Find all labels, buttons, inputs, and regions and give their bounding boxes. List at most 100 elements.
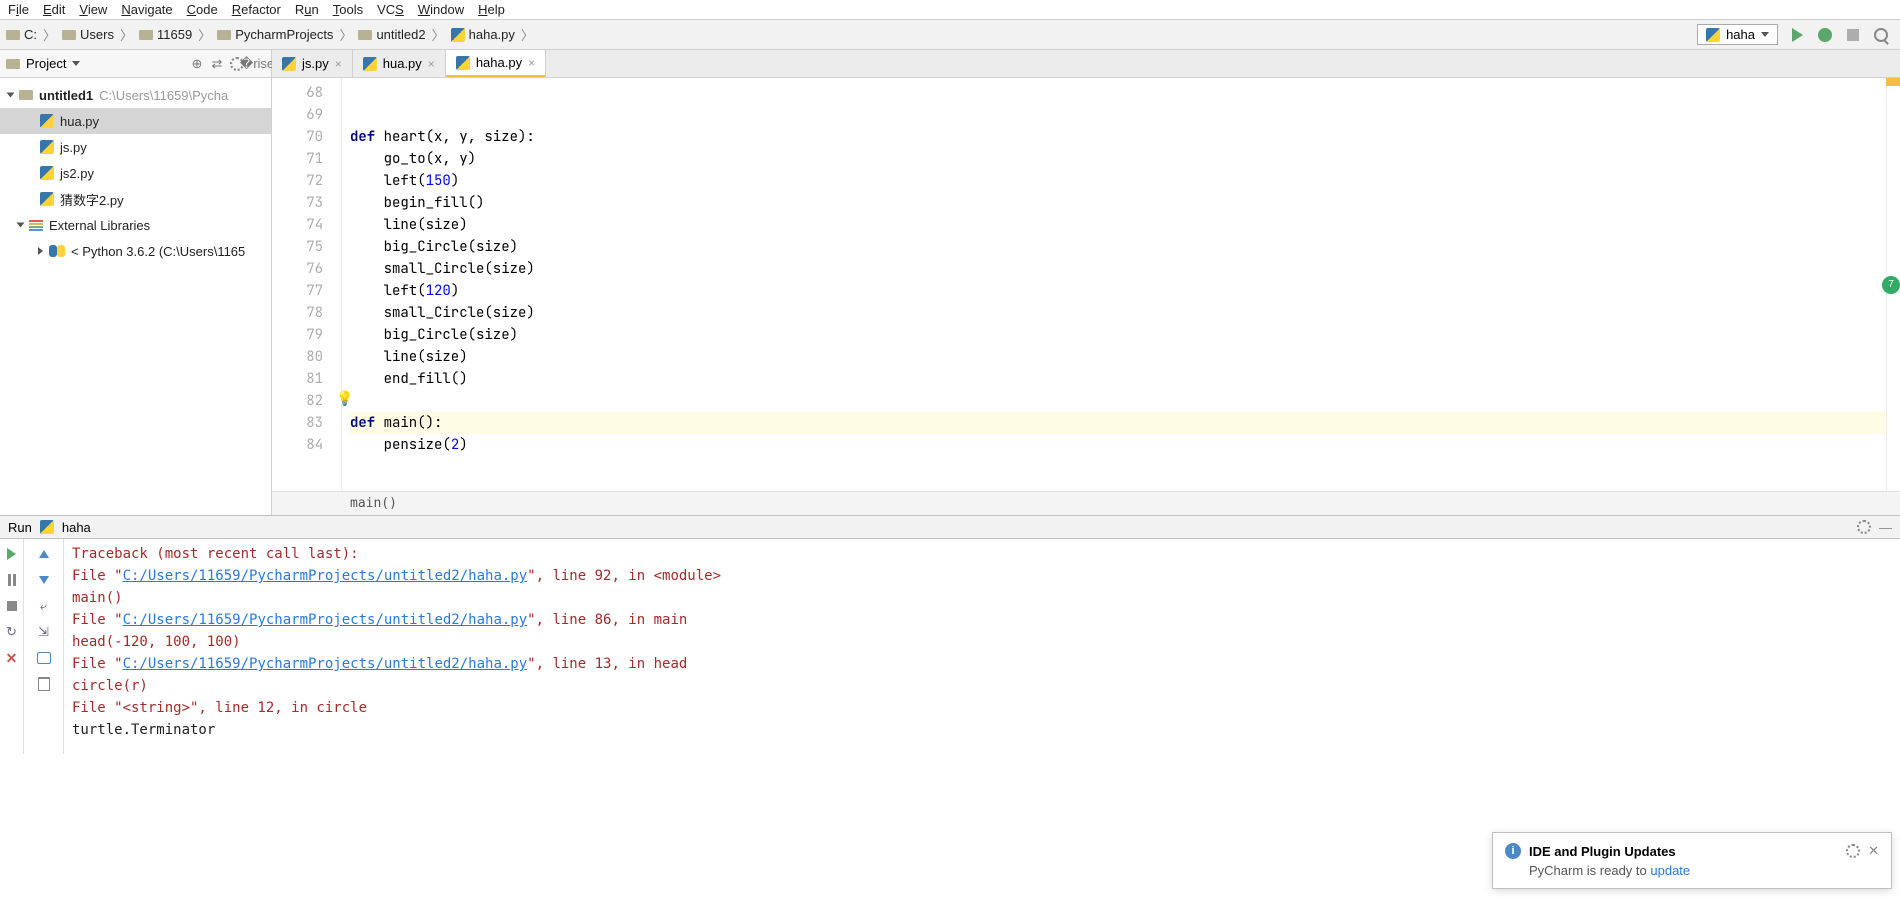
code-line[interactable]: def main(): [350,412,1886,434]
console-line[interactable]: head(-120, 100, 100) [72,631,1892,653]
line-number[interactable]: 70 [272,126,341,148]
console-line[interactable]: circle(r) [72,675,1892,697]
scroll-end-button[interactable]: ⇲ [35,623,53,641]
project-tool-header[interactable]: Project ⊕ ⇄ �rise [0,50,271,78]
code-line[interactable]: small_Circle(size) [350,302,1886,324]
code-with-me-badge[interactable]: 7 [1882,276,1900,294]
line-number[interactable]: 77 [272,280,341,302]
run-button[interactable] [1788,26,1806,44]
menu-tools[interactable]: Tools [333,2,363,17]
project-root[interactable]: untitled1 C:\Users\11659\Pycha [0,82,271,108]
close-button[interactable]: ✕ [3,649,21,667]
code-line[interactable] [350,104,1886,126]
breadcrumb-segment[interactable]: C: [24,27,37,42]
breadcrumb-segment[interactable]: untitled2 [376,27,425,42]
console-output[interactable]: Traceback (most recent call last): File … [64,539,1900,754]
project-file[interactable]: hua.py [0,108,271,134]
code-line[interactable]: line(size) [350,214,1886,236]
pause-button[interactable] [3,571,21,589]
line-number[interactable]: 74 [272,214,341,236]
breadcrumb-segment[interactable]: 11659 [157,27,192,42]
run-tool-header[interactable]: Run haha — [0,515,1900,539]
line-number[interactable]: 68 [272,82,341,104]
console-line[interactable]: File "C:/Users/11659/PycharmProjects/unt… [72,609,1892,631]
stop-button[interactable] [1844,26,1862,44]
stack-trace-link[interactable]: C:/Users/11659/PycharmProjects/untitled2… [123,612,528,628]
editor-tab[interactable]: hua.py× [353,50,446,77]
line-number[interactable]: 80 [272,346,341,368]
code-line[interactable]: left(120) [350,280,1886,302]
restart-button[interactable]: ↻ [3,623,21,641]
menu-view[interactable]: View [79,2,107,17]
line-number[interactable]: 83 [272,412,341,434]
breadcrumb-segment[interactable]: haha.py [469,27,515,42]
project-file[interactable]: js.py [0,134,271,160]
hide-icon[interactable]: �rise [249,56,265,72]
soft-wrap-button[interactable]: ⤶ [35,597,53,615]
editor-breadcrumb[interactable]: main() [272,491,1900,515]
menu-run[interactable]: Run [295,2,319,17]
line-number[interactable]: 84 [272,434,341,456]
breadcrumb[interactable]: C:〉 Users〉 11659〉 PycharmProjects〉 untit… [0,20,542,49]
line-number[interactable]: 78 [272,302,341,324]
code-line[interactable]: pensize(2) [350,434,1886,456]
editor-tab[interactable]: haha.py× [446,50,546,77]
line-number[interactable]: 73 [272,192,341,214]
line-number[interactable]: 71 [272,148,341,170]
up-stack-button[interactable] [35,545,53,563]
menu-vcs[interactable]: VCS [377,2,404,17]
line-number[interactable]: 72 [272,170,341,192]
console-line[interactable]: File "C:/Users/11659/PycharmProjects/unt… [72,653,1892,675]
line-gutter[interactable]: 6869707172737475767778798081828384 [272,78,342,491]
code-line[interactable]: end_fill() [350,368,1886,390]
console-line[interactable]: main() [72,587,1892,609]
line-number[interactable]: 75 [272,236,341,258]
expand-icon[interactable] [38,247,43,255]
project-file[interactable]: js2.py [0,160,271,186]
gear-icon[interactable] [1846,844,1860,858]
line-number[interactable]: 81 [272,368,341,390]
expand-icon[interactable] [17,223,25,228]
menu-navigate[interactable]: Navigate [121,2,172,17]
code-line[interactable] [350,82,1886,104]
console-line[interactable]: Traceback (most recent call last): [72,543,1892,565]
code-line[interactable]: left(150) [350,170,1886,192]
menu-file[interactable]: File [8,2,29,17]
code-line[interactable]: go_to(x, y) [350,148,1886,170]
line-number[interactable]: 76 [272,258,341,280]
down-stack-button[interactable] [35,571,53,589]
code-line[interactable]: big_Circle(size) [350,236,1886,258]
close-icon[interactable]: ✕ [1868,843,1879,859]
print-button[interactable] [35,649,53,667]
close-tab-icon[interactable]: × [528,56,535,70]
menu-help[interactable]: Help [478,2,505,17]
code-line[interactable]: small_Circle(size) [350,258,1886,280]
gear-icon[interactable] [1857,520,1871,534]
code-line[interactable] [350,390,1886,412]
intention-bulb-icon[interactable]: 💡 [336,390,353,408]
console-line[interactable]: turtle.Terminator [72,719,1892,741]
clear-button[interactable] [35,675,53,693]
stop-button[interactable] [3,597,21,615]
code-line[interactable]: line(size) [350,346,1886,368]
scroll-from-source-icon[interactable]: ⇄ [209,56,225,72]
debug-button[interactable] [1816,26,1834,44]
project-tree[interactable]: untitled1 C:\Users\11659\Pycha hua.pyjs.… [0,78,271,515]
close-tab-icon[interactable]: × [428,57,435,71]
code-line[interactable]: def heart(x, y, size): [350,126,1886,148]
rerun-button[interactable] [3,545,21,563]
python-sdk[interactable]: < Python 3.6.2 (C:\Users\1165 [0,238,271,264]
menu-window[interactable]: Window [418,2,464,17]
line-number[interactable]: 79 [272,324,341,346]
stack-trace-link[interactable]: C:/Users/11659/PycharmProjects/untitled2… [123,656,528,672]
menu-edit[interactable]: Edit [43,2,65,17]
expand-icon[interactable] [7,93,15,98]
project-file[interactable]: 猜数字2.py [0,186,271,212]
breadcrumb-segment[interactable]: PycharmProjects [235,27,333,42]
update-link[interactable]: update [1650,863,1690,878]
console-line[interactable]: File "C:/Users/11659/PycharmProjects/unt… [72,565,1892,587]
hide-panel-icon[interactable]: — [1879,520,1892,535]
menu-refactor[interactable]: Refactor [232,2,281,17]
code-line[interactable]: big_Circle(size) [350,324,1886,346]
close-tab-icon[interactable]: × [335,57,342,71]
